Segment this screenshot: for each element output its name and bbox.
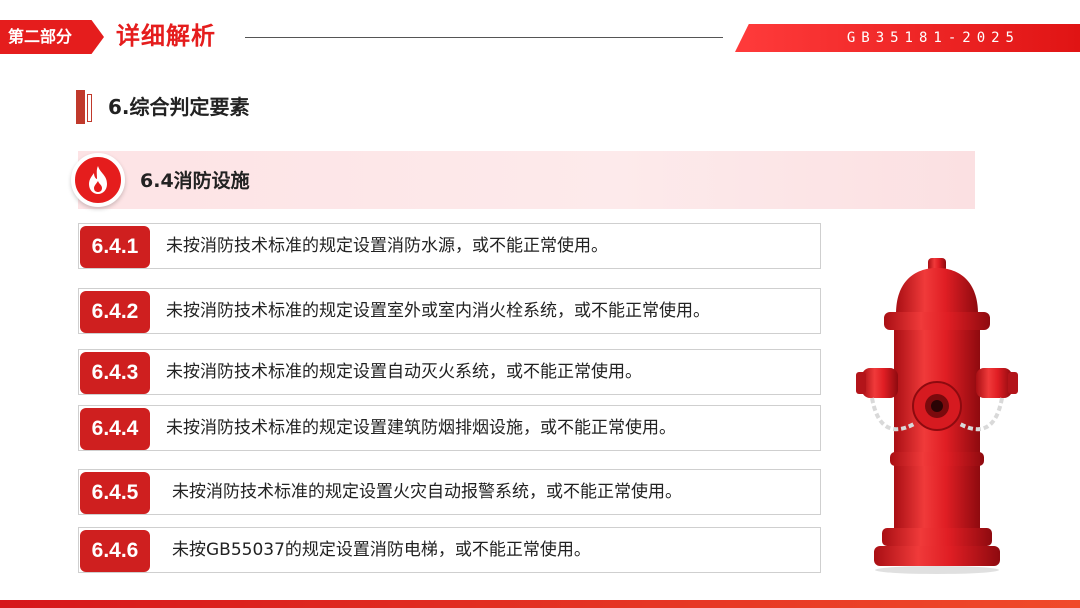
standard-code-banner: GB35181-2025 (735, 24, 1080, 52)
list-item: 6.4.4 未按消防技术标准的规定设置建筑防烟排烟设施，或不能正常使用。 (78, 405, 821, 451)
item-text: 未按消防技术标准的规定设置火灾自动报警系统，或不能正常使用。 (172, 482, 682, 502)
heading-marker-icon (76, 90, 96, 124)
section-tag: 第二部分 (0, 20, 104, 54)
subsection-title: 6.4消防设施 (140, 170, 250, 192)
list-item: 6.4.3 未按消防技术标准的规定设置自动灭火系统，或不能正常使用。 (78, 349, 821, 395)
section-title: 详细解析 (116, 22, 216, 50)
list-item: 6.4.5 未按消防技术标准的规定设置火灾自动报警系统，或不能正常使用。 (78, 469, 821, 515)
item-code-badge: 6.4.3 (80, 352, 150, 394)
item-code-badge: 6.4.1 (80, 226, 150, 268)
item-text: 未按消防技术标准的规定设置消防水源，或不能正常使用。 (166, 236, 608, 256)
heading-title: 6.综合判定要素 (108, 95, 250, 119)
list-item: 6.4.2 未按消防技术标准的规定设置室外或室内消火栓系统，或不能正常使用。 (78, 288, 821, 334)
item-code-badge: 6.4.6 (80, 530, 150, 572)
item-text: 未按消防技术标准的规定设置建筑防烟排烟设施，或不能正常使用。 (166, 418, 676, 438)
fire-hydrant-icon (856, 258, 1018, 574)
item-text: 未按GB55037的规定设置消防电梯，或不能正常使用。 (172, 540, 591, 560)
bottom-stripe (0, 600, 1080, 608)
header-divider (245, 37, 723, 38)
item-code-badge: 6.4.4 (80, 408, 150, 450)
item-code-badge: 6.4.2 (80, 291, 150, 333)
list-item: 6.4.1 未按消防技术标准的规定设置消防水源，或不能正常使用。 (78, 223, 821, 269)
flame-icon (71, 153, 125, 207)
item-text: 未按消防技术标准的规定设置室外或室内消火栓系统，或不能正常使用。 (166, 301, 710, 321)
list-item: 6.4.6 未按GB55037的规定设置消防电梯，或不能正常使用。 (78, 527, 821, 573)
item-text: 未按消防技术标准的规定设置自动灭火系统，或不能正常使用。 (166, 362, 642, 382)
item-code-badge: 6.4.5 (80, 472, 150, 514)
